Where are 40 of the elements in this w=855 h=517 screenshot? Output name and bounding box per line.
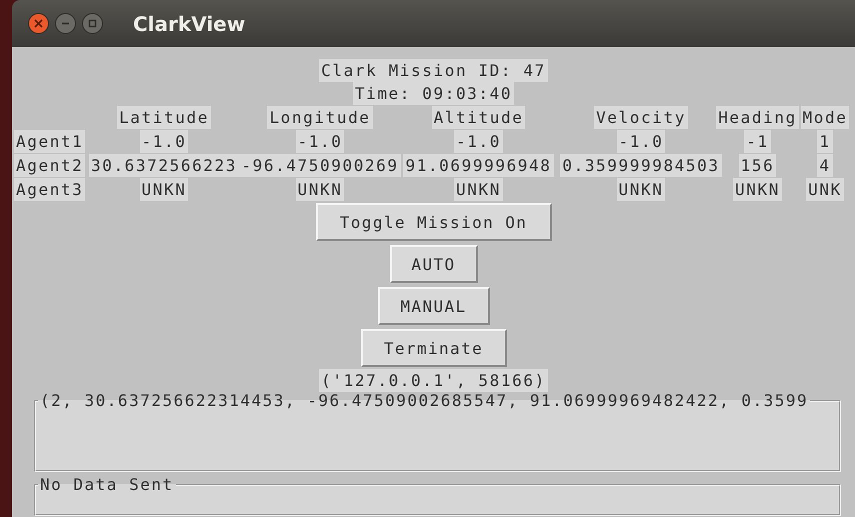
table-cell: -1 [744,130,771,152]
table-cell: -1.0 [140,130,188,152]
table-cell: UNKN [454,178,503,200]
table-cell: 156 [738,154,776,176]
action-button[interactable]: Terminate [360,329,506,367]
table-cell: UNKN [733,178,782,200]
sent-data-text: No Data Sent [39,476,175,494]
time-label: Time: 09:03:40 [352,82,514,105]
table-cell: UNKN [616,178,666,200]
address-label: ('127.0.0.1', 58166) [319,369,548,392]
column-header: Velocity [594,106,688,128]
window-title: ClarkView [133,12,246,36]
agent-label: Agent1 [14,130,86,152]
table-cell: UNKN [296,178,344,200]
action-button[interactable]: AUTO [390,245,478,283]
column-header: Mode [800,106,850,128]
minimize-icon[interactable] [55,13,76,34]
maximize-icon[interactable] [82,13,103,34]
action-button[interactable]: Toggle Mission On [316,203,552,241]
table-cell: -1.0 [454,130,503,152]
action-button[interactable]: MANUAL [378,287,490,325]
table-cell: -1.0 [616,130,666,152]
close-icon[interactable] [28,13,49,34]
column-header: Longitude [267,106,373,128]
column-header: Heading [716,106,799,128]
mission-id-label: Clark Mission ID: 47 [319,59,548,82]
column-header: Latitude [117,106,211,128]
table-cell: 30.6372566223 [88,154,240,176]
agent-label: Agent3 [14,178,86,200]
column-header: Altitude [432,106,526,128]
table-cell: UNKN [140,178,188,200]
table-cell: 91.0699996948 [403,154,554,176]
table-cell: 4 [817,154,833,176]
table-cell: -1.0 [296,130,344,152]
table-cell: -96.4750900269 [239,154,401,176]
table-cell: 1 [817,130,833,152]
agent-label: Agent2 [14,154,86,176]
received-data-text: (2, 30.637256622314453, -96.47509002685547, 91.06999969482422, 0.3599 [39,392,810,410]
table-cell: UNK [806,178,844,200]
table-cell: 0.359999984503 [560,154,722,176]
